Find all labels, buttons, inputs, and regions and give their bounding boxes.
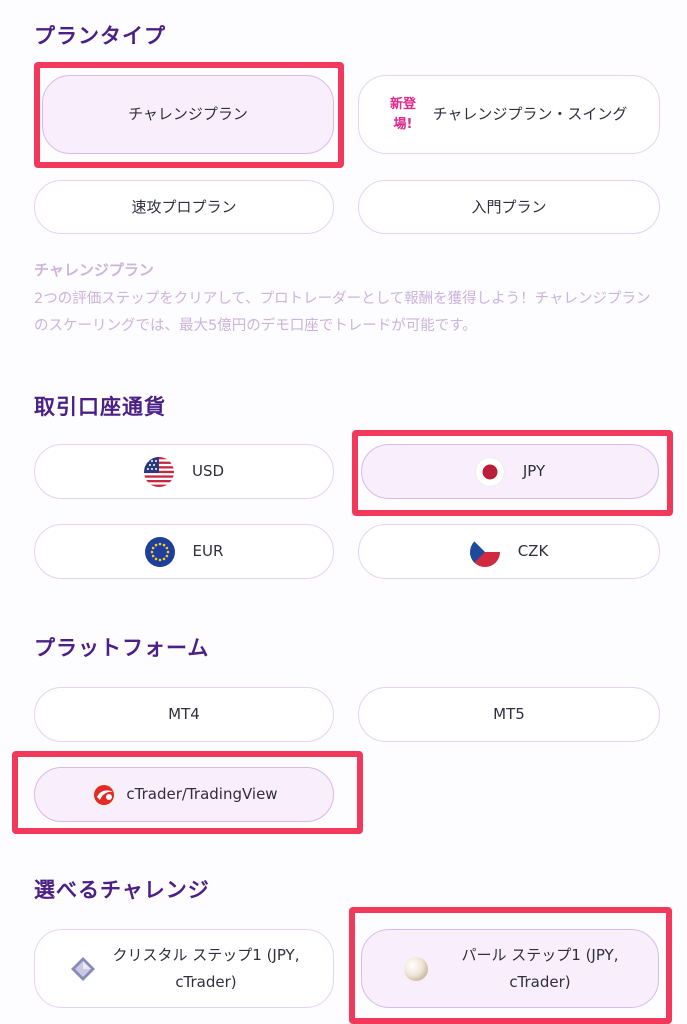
challenge-heading: 選べるチャレンジ [34, 878, 210, 902]
platform-heading: プラットフォーム [34, 636, 210, 660]
crystal-gem-icon [68, 954, 98, 984]
platform-label: MT4 [168, 705, 200, 723]
currency-option-jpy[interactable]: JPY [361, 444, 659, 499]
plan-option-label: 速攻プロプラン [131, 197, 237, 216]
currency-heading: 取引口座通貨 [34, 395, 166, 419]
challenge-label-line2: cTrader) [509, 972, 571, 991]
plan-option-challenge-swing[interactable]: 新登場! チャレンジプラン・スイング [358, 75, 660, 154]
currency-label: CZK [517, 542, 549, 560]
platform-option-mt5[interactable]: MT5 [358, 687, 660, 742]
plan-type-heading: プランタイプ [34, 24, 166, 48]
challenge-option-crystal[interactable]: クリスタル ステップ1 (JPY, cTrader) [34, 929, 334, 1008]
challenge-option-pearl[interactable]: パール ステップ1 (JPY, cTrader) [361, 929, 659, 1008]
plan-description-title: チャレンジプラン [34, 261, 154, 279]
plan-option-challenge[interactable]: チャレンジプラン [42, 75, 334, 154]
japan-flag-icon [474, 456, 505, 487]
currency-label: JPY [522, 462, 546, 480]
currency-label: EUR [192, 542, 224, 560]
currency-option-czk[interactable]: CZK [358, 524, 660, 579]
currency-option-usd[interactable]: USD [34, 444, 334, 499]
ctrader-logo-icon [90, 781, 118, 809]
challenge-label: クリスタル ステップ1 (JPY, cTrader) [112, 942, 299, 996]
currency-label: USD [191, 462, 225, 480]
pearl-icon [401, 954, 431, 984]
plan-description: 2つの評価ステップをクリアして、プロトレーダーとして報酬を獲得しよう！チャレンジ… [34, 291, 651, 334]
us-flag-icon [143, 456, 174, 487]
plan-option-label: チャレンジプラン [128, 105, 248, 123]
currency-option-eur[interactable]: EUR [34, 524, 334, 579]
plan-option-label: チャレンジプラン・スイング [432, 105, 628, 123]
platform-option-mt4[interactable]: MT4 [34, 687, 334, 742]
platform-label: MT5 [493, 705, 525, 723]
challenge-label-line2: cTrader) [175, 972, 237, 991]
eu-flag-icon [144, 536, 175, 567]
plan-option-speed-pro[interactable]: 速攻プロプラン [34, 180, 334, 234]
challenge-label: パール ステップ1 (JPY, cTrader) [461, 942, 618, 996]
platform-label: cTrader/TradingView [126, 785, 278, 803]
challenge-label-line1: パール ステップ1 (JPY, [461, 945, 619, 964]
new-badge: 新登場! [389, 96, 416, 132]
challenge-label-line1: クリスタル ステップ1 (JPY, [112, 945, 300, 964]
czech-flag-icon [469, 536, 500, 567]
plan-option-beginner[interactable]: 入門プラン [358, 180, 660, 234]
platform-option-ctrader-tradingview[interactable]: cTrader/TradingView [34, 767, 334, 822]
plan-option-label: 入門プラン [471, 197, 547, 216]
